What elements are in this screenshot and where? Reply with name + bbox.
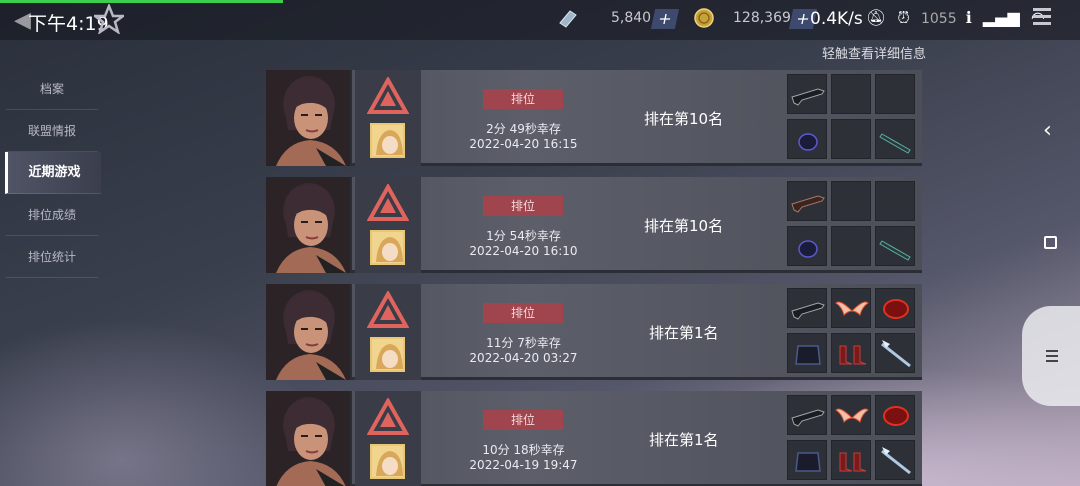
empty-slot[interactable] <box>875 74 915 114</box>
boots-item-icon[interactable] <box>831 333 871 373</box>
character-icon <box>370 230 405 265</box>
wings-item-icon[interactable] <box>831 395 871 435</box>
player-portrait <box>266 284 352 380</box>
empty-slot[interactable] <box>831 119 871 159</box>
sidebar-item-ranked-stats[interactable]: 排位统计 <box>6 236 98 278</box>
triangle-emblem-icon <box>366 396 410 440</box>
icons-column <box>355 177 421 273</box>
glove-item-icon[interactable] <box>787 226 827 266</box>
player-portrait <box>266 70 352 166</box>
mode-badge: 排位 <box>483 303 563 323</box>
icons-column <box>355 284 421 380</box>
alarm-icon: ⏰︎ <box>897 8 910 27</box>
spear-item-icon[interactable] <box>875 333 915 373</box>
game-info: 排位 11分 7秒幸存 2022-04-20 03:27 <box>421 284 787 380</box>
star-icon <box>94 4 124 34</box>
gun-item-icon[interactable] <box>787 288 827 328</box>
character-icon <box>370 123 405 158</box>
boots-item-icon[interactable] <box>831 440 871 480</box>
item-grid <box>787 288 922 378</box>
gem-count: 5,840 <box>611 10 652 26</box>
wings-item-icon[interactable] <box>831 288 871 328</box>
signal-icon: ▂▄▆ <box>982 8 1020 27</box>
item-grid <box>787 74 922 164</box>
placement: 排在第10名 <box>644 217 724 235</box>
icons-column <box>355 70 421 166</box>
ruby-item-icon[interactable] <box>875 395 915 435</box>
game-date: 2022-04-20 03:27 <box>469 351 578 365</box>
glove-item-icon[interactable] <box>787 119 827 159</box>
gun-rust-item-icon[interactable] <box>787 181 827 221</box>
empty-slot[interactable] <box>831 181 871 221</box>
status-icons: 🔕︎ ⏰︎ 1055 ℹ ▂▄▆ ◠ <box>866 8 1045 28</box>
coin-count: 128,369 <box>733 10 791 26</box>
game-date: 2022-04-20 16:15 <box>469 137 578 151</box>
coin-icon <box>694 8 714 28</box>
ruby-item-icon[interactable] <box>875 288 915 328</box>
empty-slot[interactable] <box>831 226 871 266</box>
blade-item-icon[interactable] <box>875 119 915 159</box>
mode-badge: 排位 <box>483 89 563 109</box>
icons-column <box>355 391 421 486</box>
status-bar: ◀ 下午4:19 5,840 + 128,369 + 0.4K/s 🔕︎ ⏰︎ … <box>0 0 1080 40</box>
info-icon[interactable]: ℹ <box>966 8 972 27</box>
empty-slot[interactable] <box>831 74 871 114</box>
character-icon <box>370 337 405 372</box>
triangle-emblem-icon <box>366 289 410 333</box>
game-row[interactable]: 排位 1分 54秒幸存 2022-04-20 16:10 排在第10名 <box>266 177 922 273</box>
game-date: 2022-04-19 19:47 <box>469 458 578 472</box>
sidebar-item-ranked-results[interactable]: 排位成绩 <box>6 194 98 236</box>
game-info: 排位 10分 18秒幸存 2022-04-19 19:47 <box>421 391 787 486</box>
network-speed: 0.4K/s <box>810 9 863 29</box>
menu-lines-icon <box>1046 350 1058 365</box>
triangle-emblem-icon <box>366 75 410 119</box>
placement: 排在第1名 <box>649 431 719 449</box>
hamburger-menu-icon[interactable] <box>1033 8 1051 29</box>
loading-bar <box>0 0 283 3</box>
battery-text: 1055 <box>920 11 957 27</box>
mute-icon: 🔕︎ <box>866 8 887 27</box>
spear-item-icon[interactable] <box>875 440 915 480</box>
player-portrait <box>266 177 352 273</box>
game-info: 排位 1分 54秒幸存 2022-04-20 16:10 <box>421 177 787 273</box>
sidebar-item-recent-games[interactable]: 近期游戏 <box>5 152 101 194</box>
nav-home-icon[interactable] <box>1044 236 1057 249</box>
mode-badge: 排位 <box>483 196 563 216</box>
add-gems-button[interactable]: + <box>650 9 680 29</box>
survival-time: 2分 49秒幸存 <box>486 122 561 136</box>
survival-time: 1分 54秒幸存 <box>486 229 561 243</box>
gun-item-icon[interactable] <box>787 74 827 114</box>
gem-icon <box>559 10 577 28</box>
item-grid <box>787 181 922 271</box>
triangle-emblem-icon <box>366 182 410 226</box>
mode-badge: 排位 <box>483 410 563 430</box>
nav-back-icon[interactable]: ‹ <box>1043 118 1052 143</box>
survival-time: 10分 18秒幸存 <box>482 443 565 457</box>
game-date: 2022-04-20 16:10 <box>469 244 578 258</box>
character-icon <box>370 444 405 479</box>
item-grid <box>787 395 922 485</box>
sidebar-item-alliance[interactable]: 联盟情报 <box>6 110 98 152</box>
armor-item-icon[interactable] <box>787 333 827 373</box>
placement: 排在第1名 <box>649 324 719 342</box>
gun-item-icon[interactable] <box>787 395 827 435</box>
game-info: 排位 2分 49秒幸存 2022-04-20 16:15 <box>421 70 787 166</box>
floating-menu-button[interactable] <box>1022 306 1080 406</box>
placement: 排在第10名 <box>644 110 724 128</box>
blade-item-icon[interactable] <box>875 226 915 266</box>
game-row[interactable]: 排位 10分 18秒幸存 2022-04-19 19:47 排在第1名 <box>266 391 922 486</box>
tap-hint: 轻触查看详细信息 <box>822 47 927 62</box>
sidebar: 档案 联盟情报 近期游戏 排位成绩 排位统计 <box>0 68 102 278</box>
armor-item-icon[interactable] <box>787 440 827 480</box>
survival-time: 11分 7秒幸存 <box>486 336 561 350</box>
game-row[interactable]: 排位 2分 49秒幸存 2022-04-20 16:15 排在第10名 <box>266 70 922 166</box>
recent-games-list: 排位 2分 49秒幸存 2022-04-20 16:15 排在第10名 排位 1… <box>266 70 922 486</box>
empty-slot[interactable] <box>875 181 915 221</box>
player-portrait <box>266 391 352 486</box>
game-row[interactable]: 排位 11分 7秒幸存 2022-04-20 03:27 排在第1名 <box>266 284 922 380</box>
sidebar-item-profile[interactable]: 档案 <box>6 68 98 110</box>
